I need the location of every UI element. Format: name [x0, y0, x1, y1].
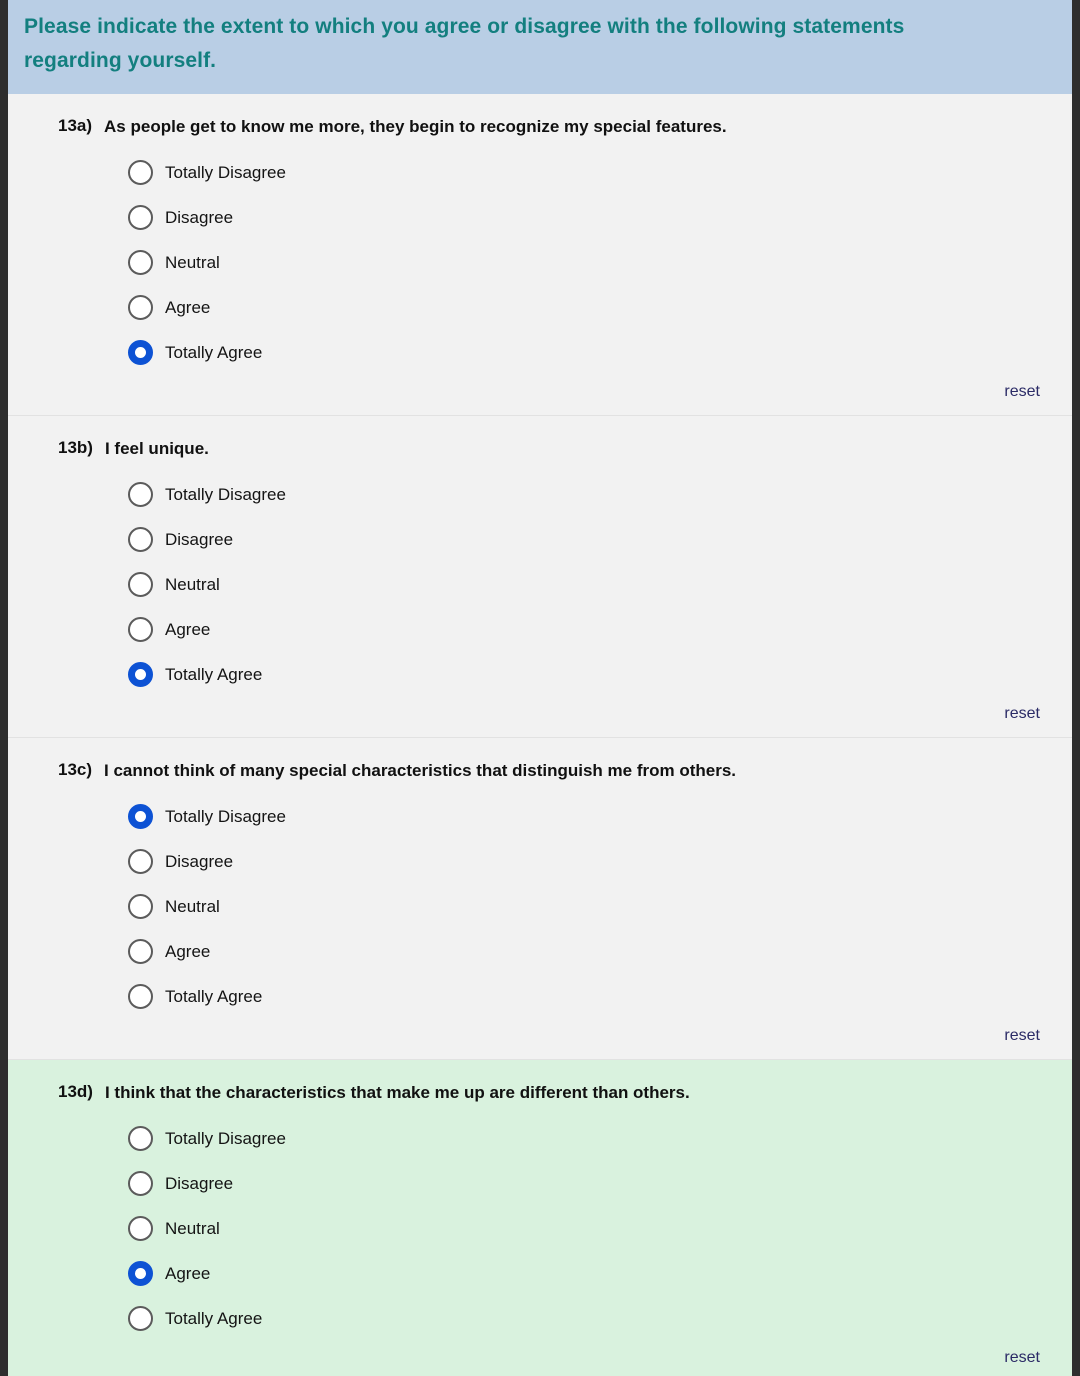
option-label[interactable]: Agree: [165, 1265, 210, 1282]
question-heading: 13b) I feel unique.: [58, 438, 1056, 460]
radio-button-icon[interactable]: [128, 617, 153, 643]
question-number: 13a): [58, 116, 93, 136]
question-heading: 13c) I cannot think of many special chara…: [58, 760, 1056, 782]
radio-button-icon[interactable]: [128, 1216, 153, 1242]
question-text: I think that the characteristics that ma…: [104, 1083, 690, 1103]
radio-option[interactable]: Agree: [128, 929, 1056, 974]
radio-option[interactable]: Disagree: [128, 839, 1056, 884]
option-label[interactable]: Totally Agree: [165, 988, 262, 1005]
question-block: 13b) I feel unique. Totally Disagree Disagr…: [8, 416, 1072, 739]
radio-button-selected-icon[interactable]: [128, 804, 153, 830]
radio-button-icon[interactable]: [128, 894, 153, 920]
radio-option[interactable]: Totally Agree: [128, 330, 1056, 375]
option-label[interactable]: Neutral: [165, 254, 220, 271]
radio-option[interactable]: Totally Disagree: [128, 1116, 1056, 1161]
radio-option[interactable]: Neutral: [128, 240, 1056, 285]
radio-button-icon[interactable]: [128, 160, 153, 186]
reset-row: reset: [24, 1341, 1056, 1371]
radio-option[interactable]: Agree: [128, 607, 1056, 652]
radio-option[interactable]: Agree: [128, 285, 1056, 330]
option-label[interactable]: Agree: [165, 943, 210, 960]
radio-button-icon[interactable]: [128, 482, 153, 508]
option-label[interactable]: Totally Disagree: [165, 486, 286, 503]
questions-container: 13a) As people get to know me more, they …: [8, 94, 1072, 1376]
radio-option[interactable]: Disagree: [128, 195, 1056, 240]
option-label[interactable]: Neutral: [165, 1220, 220, 1237]
radio-button-icon[interactable]: [128, 849, 153, 875]
question-block: 13c) I cannot think of many special chara…: [8, 738, 1072, 1061]
radio-option[interactable]: Neutral: [128, 562, 1056, 607]
option-label[interactable]: Neutral: [165, 576, 220, 593]
radio-option[interactable]: Totally Disagree: [128, 794, 1056, 839]
radio-button-icon[interactable]: [128, 572, 153, 598]
reset-link[interactable]: reset: [1004, 1027, 1040, 1045]
reset-row: reset: [24, 697, 1056, 727]
radio-button-icon[interactable]: [128, 939, 153, 965]
option-label[interactable]: Agree: [165, 299, 210, 316]
radio-option[interactable]: Disagree: [128, 1161, 1056, 1206]
question-number: 13d): [58, 1082, 93, 1102]
question-block: 13d) I think that the characteristics tha…: [8, 1060, 1072, 1376]
option-list: Totally Disagree Disagree Neutral Agree Tota…: [128, 150, 1056, 375]
question-heading: 13a) As people get to know me more, they …: [58, 116, 1056, 138]
radio-button-selected-icon[interactable]: [128, 662, 153, 688]
option-label[interactable]: Disagree: [165, 853, 233, 870]
survey-instruction-text: Please indicate the extent to which you …: [24, 15, 905, 73]
radio-button-icon[interactable]: [128, 205, 153, 231]
option-label[interactable]: Totally Agree: [165, 666, 262, 683]
reset-link[interactable]: reset: [1004, 1349, 1040, 1367]
radio-button-icon[interactable]: [128, 250, 153, 276]
question-number: 13c): [58, 760, 93, 780]
radio-option[interactable]: Totally Agree: [128, 1296, 1056, 1341]
reset-link[interactable]: reset: [1004, 705, 1040, 723]
radio-button-icon[interactable]: [128, 1126, 153, 1152]
radio-option[interactable]: Totally Agree: [128, 974, 1056, 1019]
radio-button-icon[interactable]: [128, 295, 153, 321]
option-label[interactable]: Totally Agree: [165, 1310, 262, 1327]
option-label[interactable]: Agree: [165, 621, 210, 638]
option-list: Totally Disagree Disagree Neutral Agree Tota…: [128, 1116, 1056, 1341]
option-label[interactable]: Disagree: [165, 1175, 233, 1192]
radio-button-icon[interactable]: [128, 984, 153, 1010]
question-heading: 13d) I think that the characteristics tha…: [58, 1082, 1056, 1104]
option-label[interactable]: Neutral: [165, 898, 220, 915]
radio-button-selected-icon[interactable]: [128, 340, 153, 366]
radio-option[interactable]: Neutral: [128, 884, 1056, 929]
question-number: 13b): [58, 438, 93, 458]
option-label[interactable]: Totally Disagree: [165, 808, 286, 825]
window-frame: Please indicate the extent to which you …: [0, 0, 1080, 1376]
radio-option[interactable]: Neutral: [128, 1206, 1056, 1251]
radio-option[interactable]: Totally Agree: [128, 652, 1056, 697]
option-list: Totally Disagree Disagree Neutral Agree Tota…: [128, 794, 1056, 1019]
option-label[interactable]: Disagree: [165, 209, 233, 226]
reset-row: reset: [24, 375, 1056, 405]
radio-option[interactable]: Totally Disagree: [128, 150, 1056, 195]
radio-button-icon[interactable]: [128, 527, 153, 553]
option-list: Totally Disagree Disagree Neutral Agree Tota…: [128, 472, 1056, 697]
option-label[interactable]: Totally Agree: [165, 344, 262, 361]
reset-link[interactable]: reset: [1004, 383, 1040, 401]
radio-option[interactable]: Totally Disagree: [128, 472, 1056, 517]
radio-button-icon[interactable]: [128, 1171, 153, 1197]
question-text: I feel unique.: [104, 439, 209, 459]
reset-row: reset: [24, 1019, 1056, 1049]
option-label[interactable]: Totally Disagree: [165, 1130, 286, 1147]
question-text: I cannot think of many special character…: [104, 761, 737, 781]
option-label[interactable]: Totally Disagree: [165, 164, 286, 181]
radio-button-selected-icon[interactable]: [128, 1261, 153, 1287]
question-block: 13a) As people get to know me more, they …: [8, 94, 1072, 417]
radio-button-icon[interactable]: [128, 1306, 153, 1332]
radio-option[interactable]: Agree: [128, 1251, 1056, 1296]
option-label[interactable]: Disagree: [165, 531, 233, 548]
survey-instruction-banner: Please indicate the extent to which you …: [8, 0, 1072, 95]
radio-option[interactable]: Disagree: [128, 517, 1056, 562]
survey-page: Please indicate the extent to which you …: [8, 0, 1072, 1376]
question-text: As people get to know me more, they begi…: [104, 117, 727, 137]
